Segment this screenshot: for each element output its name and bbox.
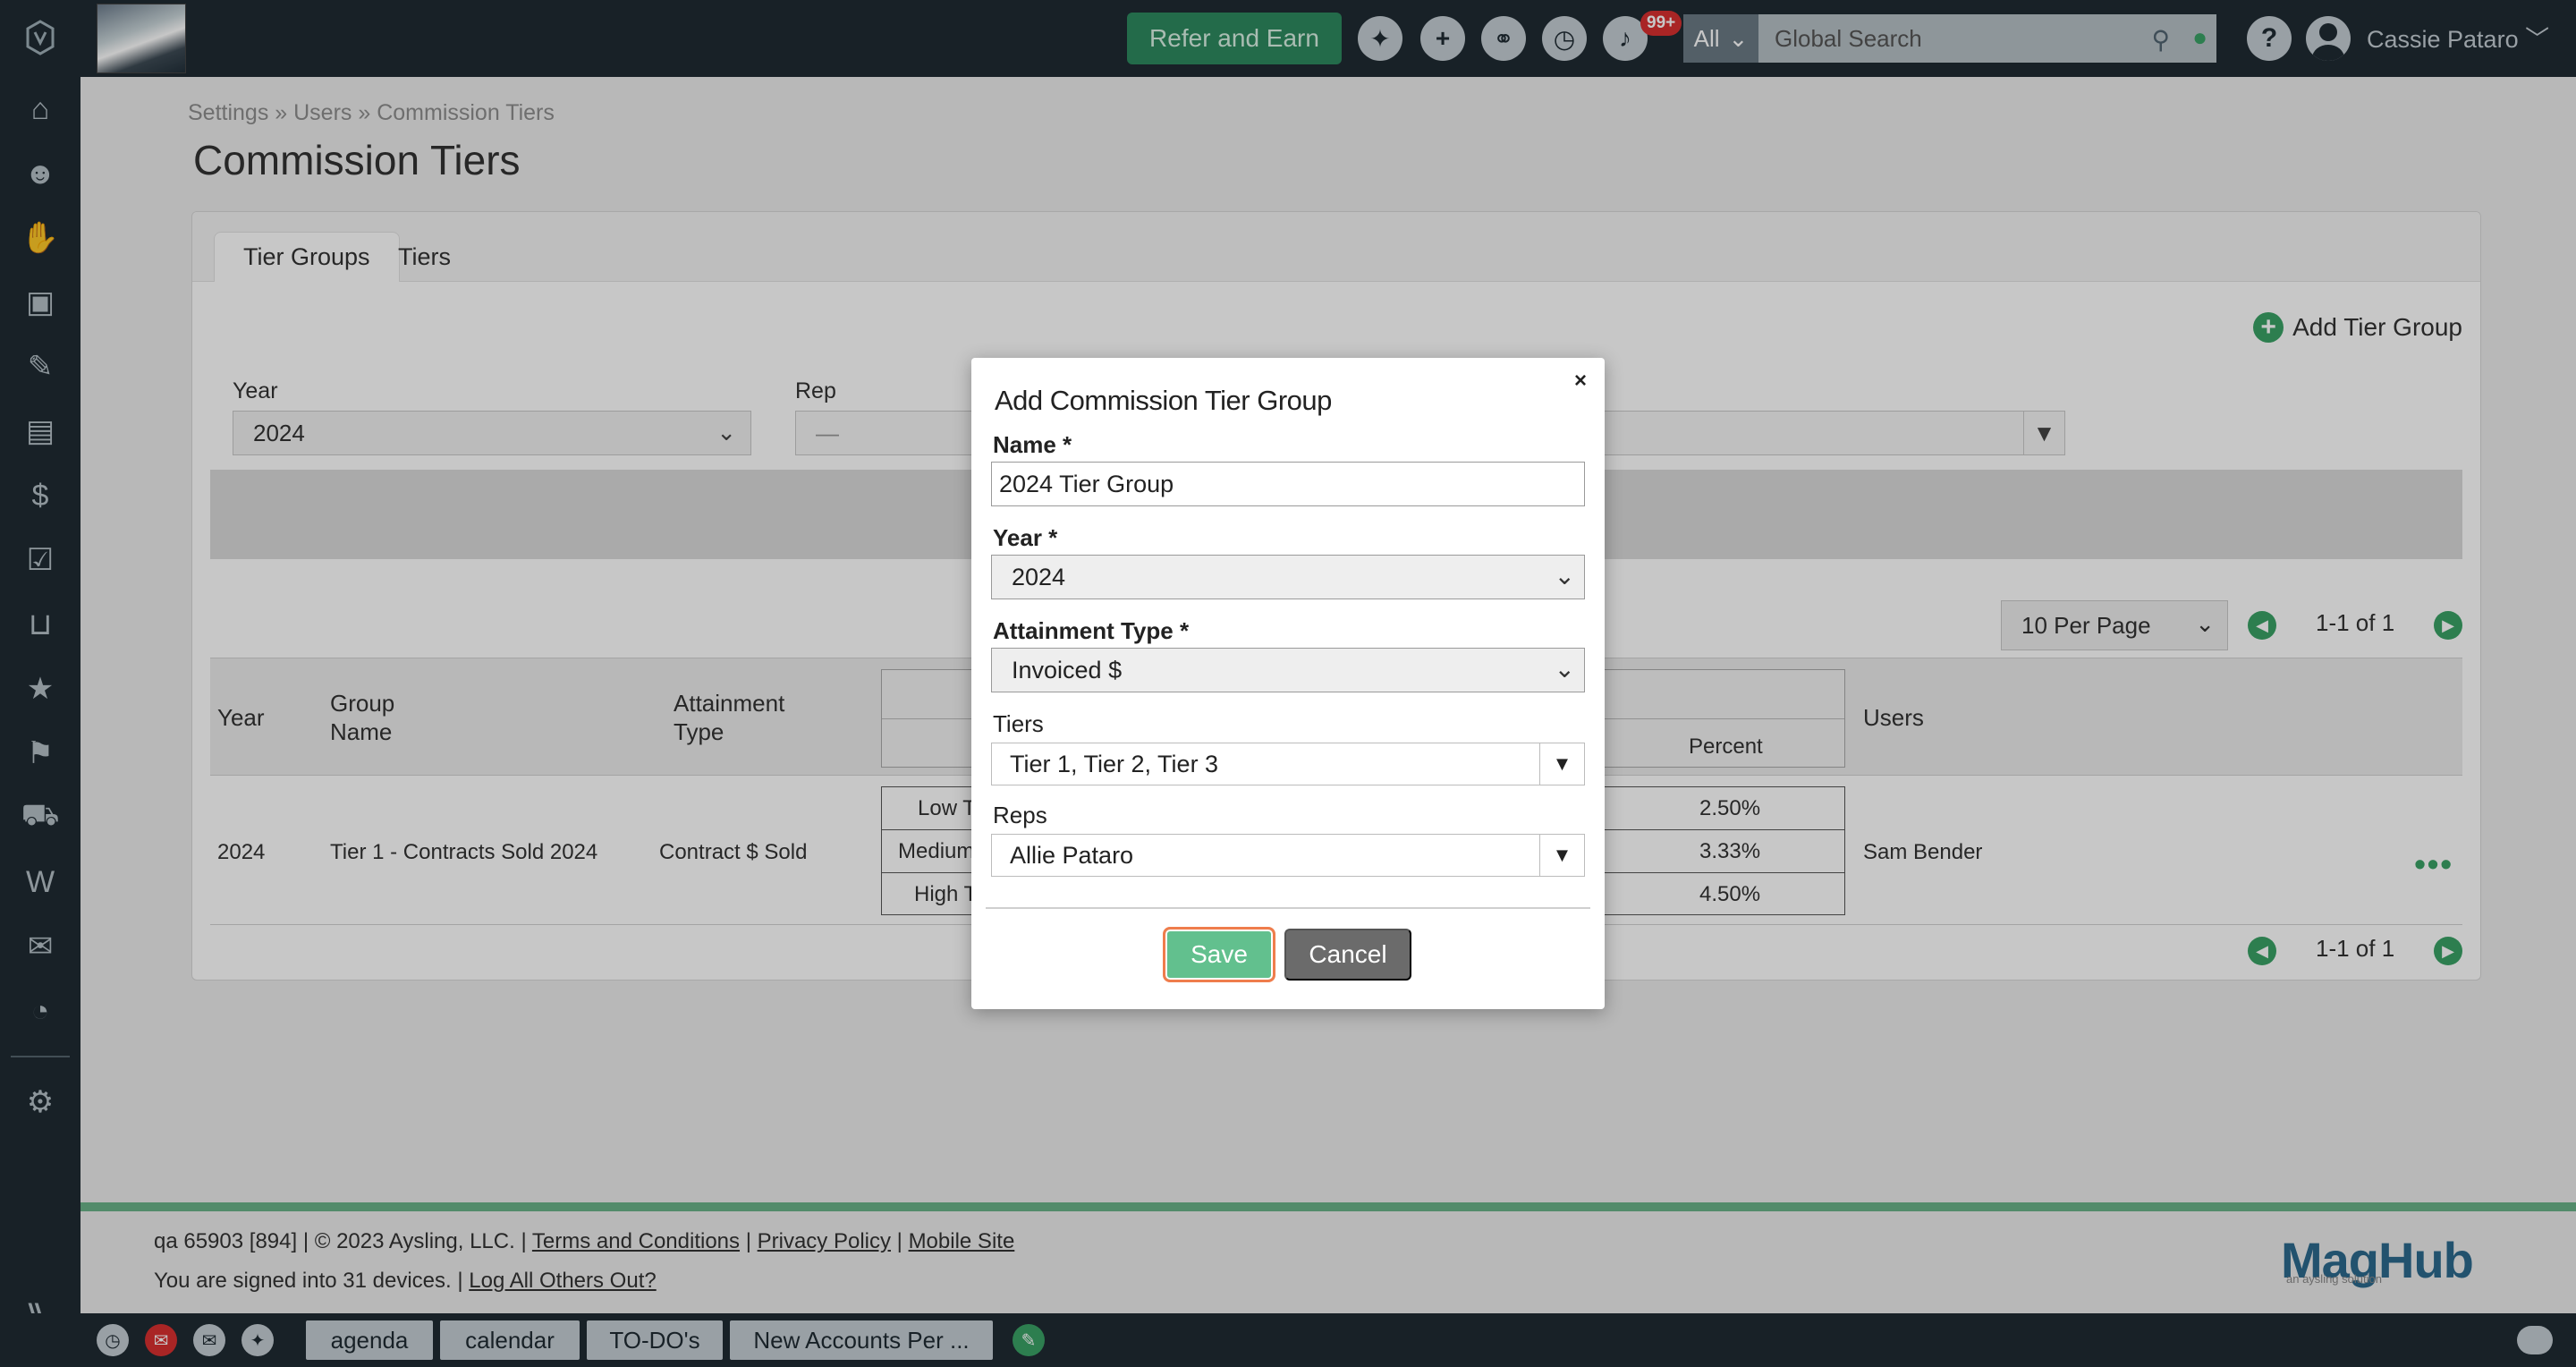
caret-down-icon[interactable]: ▼ bbox=[1539, 835, 1584, 876]
tiers-multiselect[interactable]: Tier 1, Tier 2, Tier 3 ▼ bbox=[991, 743, 1585, 785]
year-select[interactable]: 2024 ⌄ bbox=[991, 555, 1585, 599]
cancel-button[interactable]: Cancel bbox=[1284, 929, 1411, 981]
attainment-type-value: Invoiced $ bbox=[1012, 656, 1123, 684]
reps-multiselect[interactable]: Allie Pataro ▼ bbox=[991, 834, 1585, 877]
chevron-down-icon: ⌄ bbox=[1554, 562, 1575, 590]
save-button[interactable]: Save bbox=[1163, 927, 1275, 982]
modal-title: Add Commission Tier Group bbox=[995, 385, 1332, 416]
add-commission-tier-group-modal: Add Commission Tier Group × Name * 2024 … bbox=[971, 358, 1605, 1009]
caret-down-icon[interactable]: ▼ bbox=[1539, 743, 1584, 785]
attainment-type-select[interactable]: Invoiced $ ⌄ bbox=[991, 648, 1585, 692]
tiers-label: Tiers bbox=[993, 710, 1044, 737]
year-select-value: 2024 bbox=[1012, 563, 1066, 590]
close-icon[interactable]: × bbox=[1574, 369, 1587, 394]
name-label: Name * bbox=[993, 431, 1072, 458]
year-label: Year * bbox=[993, 524, 1058, 551]
reps-label: Reps bbox=[993, 802, 1047, 828]
tiers-value: Tier 1, Tier 2, Tier 3 bbox=[1010, 750, 1219, 777]
attainment-type-label: Attainment Type * bbox=[993, 617, 1190, 644]
modal-divider bbox=[986, 907, 1590, 909]
name-input[interactable]: 2024 Tier Group bbox=[991, 462, 1585, 506]
reps-value: Allie Pataro bbox=[1010, 841, 1134, 869]
chevron-down-icon: ⌄ bbox=[1554, 655, 1575, 683]
